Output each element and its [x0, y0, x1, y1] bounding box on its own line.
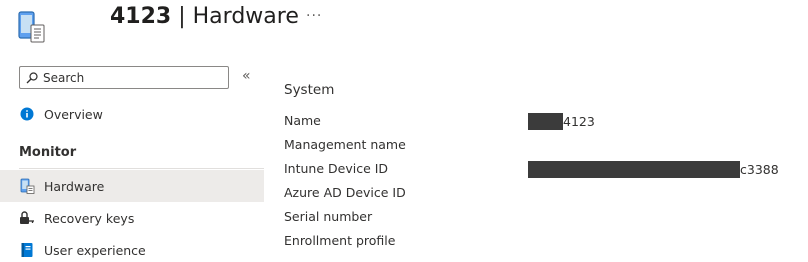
- sidebar-item-label: User experience: [44, 242, 146, 258]
- info-icon: [19, 106, 35, 122]
- property-value-name: 4123: [528, 113, 595, 130]
- key-icon: [19, 210, 35, 226]
- search-input[interactable]: [43, 70, 223, 85]
- property-label-serial-number: Serial number: [284, 209, 373, 224]
- device-hardware-page: 4123 | Hardware ··· « Overview Monitor: [0, 0, 808, 262]
- device-name: 4123: [110, 4, 172, 29]
- sidebar-item-label: Hardware: [44, 178, 105, 194]
- title-separator: |: [171, 4, 193, 29]
- redaction-block: [528, 113, 563, 130]
- property-label-intune-device-id: Intune Device ID: [284, 161, 389, 176]
- property-value-intune-device-id: c3388: [528, 161, 779, 178]
- collapse-sidebar-button[interactable]: «: [242, 68, 251, 84]
- blade-title: Hardware: [192, 4, 299, 29]
- sidebar-item-hardware[interactable]: Hardware: [0, 170, 264, 202]
- sidebar-item-user-experience[interactable]: User experience: [0, 234, 264, 262]
- hardware-icon: [19, 178, 35, 194]
- sidebar-item-label: Recovery keys: [44, 210, 135, 226]
- property-value-text: 4123: [563, 114, 595, 129]
- sidebar-item-label: Overview: [44, 106, 103, 122]
- book-icon: [19, 242, 35, 258]
- property-value-text: c3388: [740, 162, 779, 177]
- sidebar-item-overview[interactable]: Overview: [0, 98, 264, 130]
- property-label-name: Name: [284, 113, 321, 128]
- mobile-device-icon: [18, 11, 46, 43]
- sidebar-item-recovery-keys[interactable]: Recovery keys: [0, 202, 264, 234]
- search-box[interactable]: [19, 66, 229, 89]
- more-options-button[interactable]: ···: [306, 8, 322, 24]
- search-icon: [26, 71, 38, 83]
- property-label-enrollment-profile: Enrollment profile: [284, 233, 396, 248]
- property-label-azure-ad-device-id: Azure AD Device ID: [284, 185, 406, 200]
- sidebar-section-monitor: Monitor: [19, 145, 77, 160]
- page-title: 4123 | Hardware: [110, 4, 299, 29]
- property-label-management-name: Management name: [284, 137, 406, 152]
- section-divider: [19, 168, 264, 169]
- redaction-block: [528, 161, 740, 178]
- system-group-title: System: [284, 82, 335, 98]
